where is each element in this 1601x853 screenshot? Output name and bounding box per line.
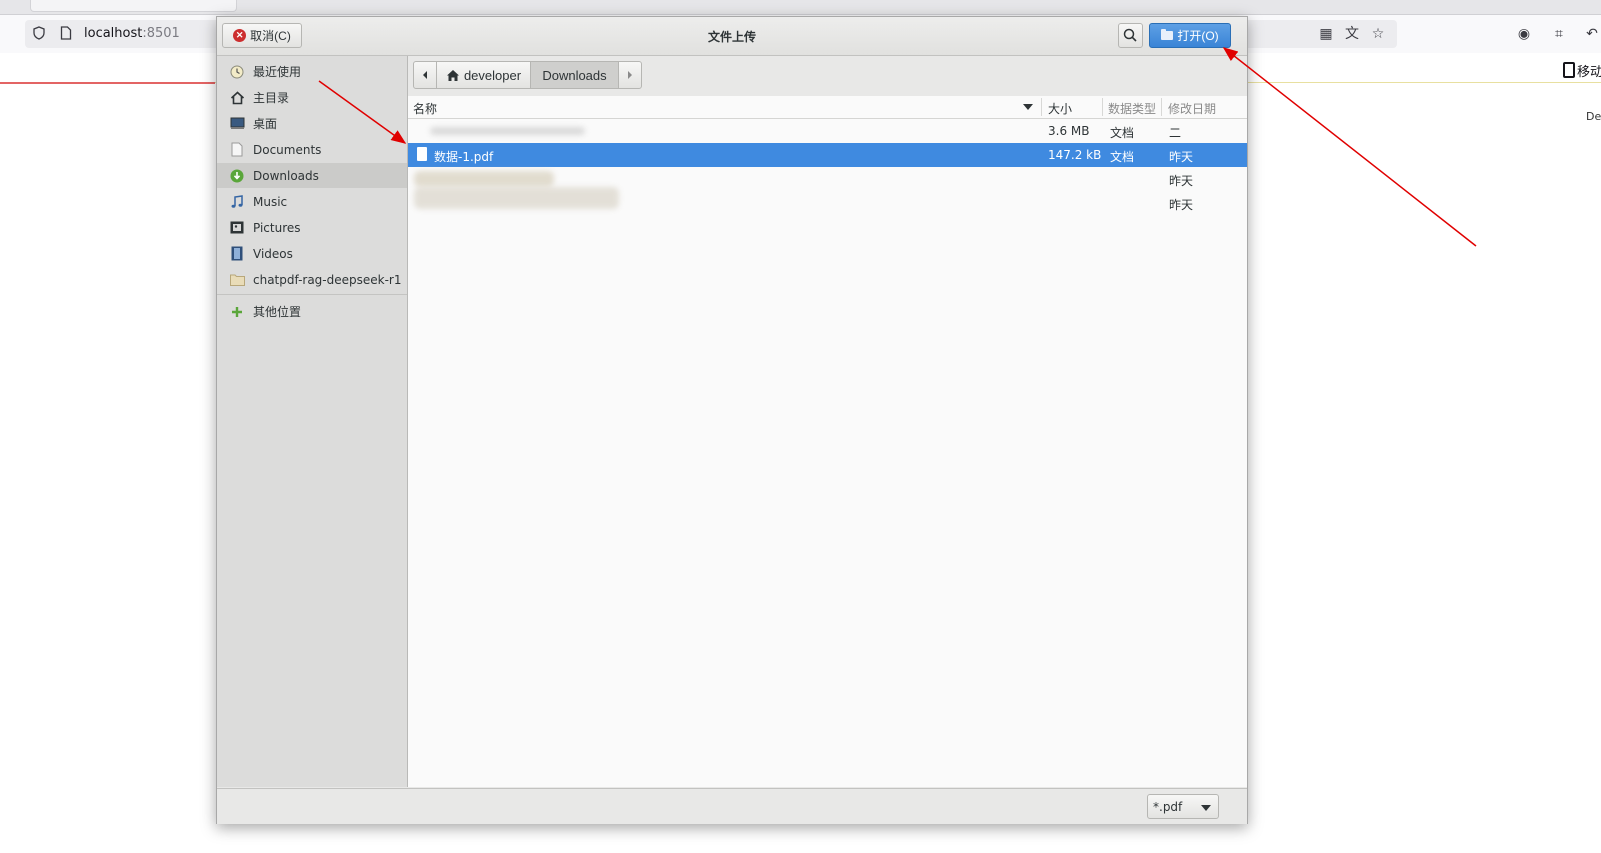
file-modified: 昨天: [1169, 150, 1194, 164]
mobile-label: 移动: [1577, 65, 1601, 80]
folder-icon: [1161, 29, 1174, 40]
undo-icon[interactable]: ↶: [1583, 25, 1601, 43]
plus-icon: [229, 304, 245, 320]
sidebar-item-label: chatpdf-rag-deepseek-r1: [253, 272, 402, 287]
crop-icon[interactable]: ⌗: [1550, 25, 1568, 43]
browser-tab-strip: [0, 0, 1601, 15]
path-back-button[interactable]: [413, 61, 437, 89]
places-sidebar: 最近使用 主目录 桌面 Documents Downloads Music Pi…: [217, 56, 408, 787]
pictures-icon: [229, 220, 245, 236]
file-type: 文档: [1110, 150, 1135, 164]
sidebar-item-pictures[interactable]: Pictures: [217, 215, 407, 240]
file-row-selected[interactable]: 数据-1.pdf 147.2 kB 文档 昨天: [408, 143, 1247, 167]
file-size: 147.2 kB: [1048, 148, 1102, 162]
videos-icon: [229, 246, 245, 262]
file-upload-dialog: ✕ 取消(C) 文件上传 打开(O) 最近使用 主目录 桌面 Documents…: [216, 16, 1248, 824]
bookmark-star-icon[interactable]: ☆: [1369, 25, 1387, 43]
file-modified: 昨天: [1169, 198, 1194, 212]
music-icon: [229, 194, 245, 210]
sidebar-item-label: Music: [253, 194, 288, 209]
right-arrow-icon: [628, 71, 632, 79]
sidebar-item-home[interactable]: 主目录: [217, 85, 407, 110]
dialog-titlebar: ✕ 取消(C) 文件上传 打开(O): [217, 17, 1247, 56]
blurred-filename: [414, 171, 554, 187]
search-button[interactable]: [1118, 23, 1143, 48]
url-text[interactable]: localhost:8501: [84, 26, 180, 41]
sidebar-divider: [217, 294, 407, 295]
path-segment-label: Downloads: [542, 67, 607, 83]
path-segment-downloads[interactable]: Downloads: [530, 61, 619, 89]
column-header-name[interactable]: 名称: [413, 100, 437, 117]
dialog-footer: *.pdf: [217, 788, 1247, 824]
sidebar-item-documents[interactable]: Documents: [217, 137, 407, 162]
dialog-title: 文件上传: [707, 30, 756, 44]
file-row[interactable]: 昨天: [408, 187, 1247, 215]
sidebar-item-music[interactable]: Music: [217, 189, 407, 214]
path-segment-label: developer: [463, 67, 522, 83]
column-separator: [1102, 98, 1103, 116]
sort-down-icon[interactable]: [1023, 104, 1033, 110]
pdf-file-icon: [417, 147, 427, 161]
column-header-type[interactable]: 数据类型: [1108, 100, 1156, 117]
file-list[interactable]: 名称 大小 数据类型 修改日期 3.6 MB 文档 二 数据-1.pdf 147…: [408, 96, 1247, 787]
sidebar-item-other-locations[interactable]: 其他位置: [217, 299, 407, 324]
file-modified: 昨天: [1169, 174, 1194, 188]
qr-code-icon[interactable]: ▦: [1317, 25, 1335, 43]
column-separator: [1161, 98, 1162, 116]
filter-value: *.pdf: [1153, 800, 1183, 814]
browser-tab[interactable]: [30, 0, 237, 12]
home-icon: [446, 69, 459, 81]
sidebar-item-label: Downloads: [253, 168, 319, 183]
sidebar-item-recent[interactable]: 最近使用: [217, 59, 407, 84]
blurred-filename: [414, 187, 619, 209]
sidebar-item-label: Videos: [253, 246, 293, 261]
file-name: 数据-1.pdf: [434, 150, 494, 164]
page-icon: [60, 26, 72, 40]
left-arrow-icon: [423, 71, 427, 79]
sidebar-item-videos[interactable]: Videos: [217, 241, 407, 266]
sidebar-item-label: 主目录: [253, 91, 290, 105]
sidebar-item-label: 桌面: [253, 117, 278, 131]
mobile-icon: [1563, 62, 1575, 78]
annotation-arrow: [1222, 47, 1477, 247]
page-accent-line-red: [0, 82, 215, 84]
file-type-filter-select[interactable]: *.pdf: [1147, 794, 1219, 819]
downloads-icon: [229, 168, 245, 184]
sidebar-item-label: Documents: [253, 142, 322, 157]
column-header-modified[interactable]: 修改日期: [1168, 100, 1216, 117]
recent-icon: [229, 64, 245, 80]
file-type: 文档: [1110, 126, 1135, 140]
blurred-filename: [430, 127, 585, 135]
documents-icon: [229, 142, 245, 158]
file-size: 3.6 MB: [1048, 124, 1090, 138]
home-icon: [229, 90, 245, 106]
sidebar-item-label: 最近使用: [253, 65, 302, 79]
sidebar-item-label: Pictures: [253, 220, 301, 235]
shield-icon[interactable]: [32, 26, 46, 40]
path-bar: developer Downloads: [408, 56, 1247, 96]
page-side-text: De: [1586, 110, 1601, 123]
column-header-row: 名称 大小 数据类型 修改日期: [408, 96, 1247, 119]
folder-icon: [229, 272, 245, 288]
translate-icon[interactable]: 文: [1343, 25, 1361, 43]
account-icon[interactable]: ◉: [1515, 25, 1533, 43]
search-icon: [1123, 28, 1137, 42]
column-header-size[interactable]: 大小: [1048, 100, 1072, 117]
open-label: 打开(O): [1177, 29, 1219, 43]
file-modified: 二: [1169, 126, 1182, 140]
mobile-view-button[interactable]: 移动: [1563, 61, 1601, 80]
desktop-icon: [229, 116, 245, 132]
sidebar-item-desktop[interactable]: 桌面: [217, 111, 407, 136]
sidebar-item-folder[interactable]: chatpdf-rag-deepseek-r1: [217, 267, 407, 292]
sidebar-item-downloads[interactable]: Downloads: [217, 163, 407, 188]
file-row[interactable]: 3.6 MB 文档 二: [408, 119, 1247, 143]
path-segment-developer[interactable]: developer: [436, 61, 531, 89]
path-forward-button[interactable]: [618, 61, 642, 89]
sidebar-item-label: 其他位置: [253, 305, 302, 319]
column-separator: [1041, 98, 1042, 116]
open-button[interactable]: 打开(O): [1149, 23, 1231, 48]
chevron-down-icon: [1201, 805, 1211, 811]
